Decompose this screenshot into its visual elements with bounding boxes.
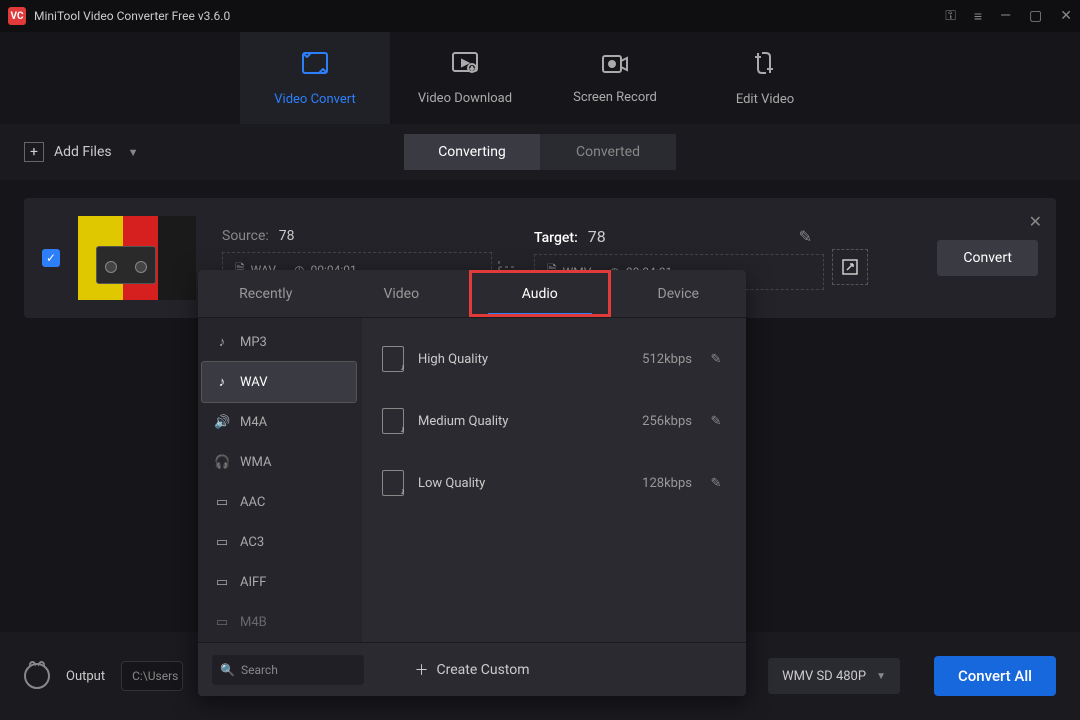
ac3-icon: ▭	[214, 535, 230, 550]
m4b-icon: ▭	[214, 615, 230, 630]
output-path-input[interactable]: C:\Users	[121, 661, 183, 691]
tab-video-download[interactable]: Video Download	[390, 32, 540, 124]
convert-icon	[300, 49, 330, 84]
target-label: Target:	[534, 230, 578, 246]
compress-button[interactable]	[832, 249, 868, 285]
format-item-wma[interactable]: 🎧WMA	[202, 442, 356, 482]
convert-button[interactable]: Convert	[937, 240, 1038, 276]
create-custom-button[interactable]: ＋ Create Custom	[414, 660, 529, 680]
output-label: Output	[66, 669, 105, 684]
plus-icon: +	[24, 142, 44, 162]
chevron-down-icon: ▼	[876, 671, 886, 682]
tab-video-convert[interactable]: Video Convert	[240, 32, 390, 124]
format-item-wav[interactable]: ♪WAV	[202, 362, 356, 402]
format-item-mp3[interactable]: ♪MP3	[202, 322, 356, 362]
source-value: 78	[279, 228, 295, 244]
title-bar: VC MiniTool Video Converter Free v3.6.0 …	[0, 0, 1080, 32]
edit-quality-icon[interactable]: ✎	[706, 414, 726, 429]
popup-tab-recently[interactable]: Recently	[198, 270, 334, 317]
remove-file-icon[interactable]: ✕	[1029, 212, 1042, 231]
quality-high[interactable]: High Quality 512kbps ✎	[376, 328, 732, 390]
schedule-icon[interactable]	[24, 663, 50, 689]
quality-list: High Quality 512kbps ✎ Medium Quality 25…	[362, 318, 746, 642]
main-tabs: Video Convert Video Download Screen Reco…	[0, 32, 1080, 124]
preset-dropdown[interactable]: WMV SD 480P ▼	[768, 658, 900, 694]
format-item-aac[interactable]: ▭AAC	[202, 482, 356, 522]
tab-label: Screen Record	[573, 90, 657, 105]
key-icon[interactable]: ⚿	[945, 8, 956, 24]
status-segment: Converting Converted	[404, 134, 676, 170]
tab-label: Video Download	[418, 91, 512, 106]
add-files-button[interactable]: + Add Files ▼	[24, 142, 138, 162]
tab-label: Video Convert	[274, 92, 355, 107]
app-logo-icon: VC	[8, 7, 26, 25]
toolbar: + Add Files ▼ Converting Converted	[0, 124, 1080, 180]
record-icon	[600, 52, 630, 82]
popup-tabs: Recently Video Audio Device	[198, 270, 746, 318]
speaker-icon: 🔊	[214, 415, 230, 430]
audio-file-icon	[382, 346, 404, 372]
search-input[interactable]: 🔍 Search	[212, 655, 364, 685]
audio-file-icon	[382, 470, 404, 496]
quality-low[interactable]: Low Quality 128kbps ✎	[376, 452, 732, 514]
maximize-button[interactable]: ▢	[1029, 8, 1042, 24]
popup-tab-device[interactable]: Device	[611, 270, 747, 317]
target-value: 78	[588, 227, 606, 246]
minimize-button[interactable]: —	[1000, 8, 1011, 24]
aac-icon: ▭	[214, 495, 230, 510]
tab-edit-video[interactable]: Edit Video	[690, 32, 840, 124]
popup-tab-video[interactable]: Video	[334, 270, 470, 317]
format-list[interactable]: ♪MP3 ♪WAV 🔊M4A 🎧WMA ▭AAC ▭AC3 ▭AIFF ▭M4B	[198, 318, 362, 642]
format-item-aiff[interactable]: ▭AIFF	[202, 562, 356, 602]
format-item-m4a[interactable]: 🔊M4A	[202, 402, 356, 442]
seg-converted[interactable]: Converted	[540, 134, 676, 170]
format-item-m4b[interactable]: ▭M4B	[202, 602, 356, 642]
format-item-ac3[interactable]: ▭AC3	[202, 522, 356, 562]
add-files-label: Add Files	[54, 144, 112, 160]
tab-label: Edit Video	[736, 92, 794, 107]
source-label: Source:	[222, 228, 269, 244]
app-title: MiniTool Video Converter Free v3.6.0	[34, 9, 945, 23]
close-button[interactable]: ✕	[1060, 8, 1072, 24]
seg-converting[interactable]: Converting	[404, 134, 540, 170]
tab-screen-record[interactable]: Screen Record	[540, 32, 690, 124]
audio-file-icon	[382, 408, 404, 434]
file-checkbox[interactable]: ✓	[42, 249, 60, 267]
file-thumbnail	[78, 216, 196, 300]
chevron-down-icon: ▼	[128, 146, 139, 159]
edit-target-icon[interactable]: ✎	[799, 227, 812, 246]
edit-quality-icon[interactable]: ✎	[706, 476, 726, 491]
quality-medium[interactable]: Medium Quality 256kbps ✎	[376, 390, 732, 452]
menu-icon[interactable]: ≡	[974, 8, 982, 25]
aiff-icon: ▭	[214, 575, 230, 590]
format-popup: Recently Video Audio Device ♪MP3 ♪WAV 🔊M…	[198, 270, 746, 696]
plus-icon: ＋	[414, 660, 428, 680]
edit-icon	[752, 49, 778, 84]
note-icon: ♪	[214, 334, 230, 350]
headphone-icon: 🎧	[214, 455, 230, 470]
popup-footer: 🔍 Search ＋ Create Custom	[198, 642, 746, 696]
edit-quality-icon[interactable]: ✎	[706, 352, 726, 367]
popup-tab-audio[interactable]: Audio	[469, 270, 611, 317]
convert-all-button[interactable]: Convert All	[934, 656, 1056, 696]
note-icon: ♪	[214, 374, 230, 390]
download-icon	[450, 50, 480, 83]
search-icon: 🔍	[220, 663, 235, 677]
